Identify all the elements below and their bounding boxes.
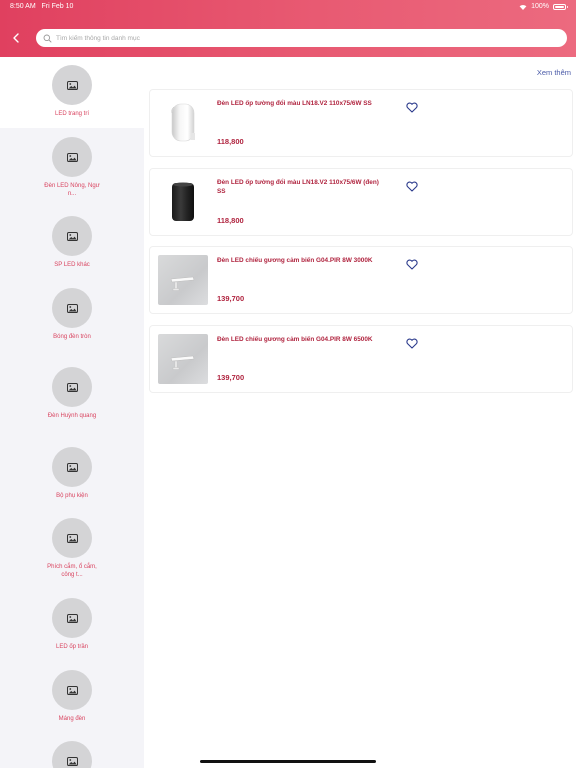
search-icon (42, 33, 52, 43)
category-label: LED trang trí (54, 111, 89, 117)
category-item[interactable]: SP LED khác (0, 208, 144, 270)
image-placeholder-icon (66, 231, 78, 241)
image-placeholder-icon (66, 303, 78, 313)
category-image (52, 288, 92, 328)
heart-icon[interactable] (406, 257, 418, 270)
product-image (158, 98, 208, 148)
category-image (52, 518, 92, 558)
search-bar[interactable] (36, 29, 567, 47)
product-title: Đèn LED ốp tường đổi màu LN18.V2 110x75/… (217, 100, 372, 107)
image-placeholder-icon (66, 462, 78, 472)
product-title: Đèn LED chiếu gương cảm biến G04.PIR 8W … (217, 336, 373, 343)
product-image (158, 255, 208, 305)
mirror-light-image (170, 355, 195, 370)
product-title: Đèn LED chiếu gương cảm biến G04.PIR 8W … (217, 257, 373, 264)
category-label: Bóng đèn tròn (53, 334, 91, 340)
category-label: Đèn Huỳnh quang (47, 413, 97, 419)
white-wall-light-image (171, 103, 195, 142)
category-image (52, 598, 92, 638)
image-placeholder-icon (66, 152, 78, 162)
category-label: Bộ phụ kiện (56, 493, 88, 499)
app-header: 8:50 AM Fri Feb 10 100% (0, 0, 576, 57)
category-label: LED ốp trần (55, 644, 89, 650)
battery-icon (553, 3, 568, 10)
product-card[interactable]: Đèn LED ốp tường đổi màu LN18.V2 110x75/… (149, 168, 573, 236)
product-card[interactable]: Đèn LED chiếu gương cảm biến G04.PIR 8W … (149, 246, 573, 314)
category-item[interactable] (0, 733, 144, 768)
heart-icon[interactable] (406, 336, 418, 349)
status-indicators: 100% (519, 3, 568, 10)
product-image (158, 177, 208, 227)
search-input[interactable] (56, 34, 536, 42)
status-time: 8:50 AM Fri Feb 10 (10, 3, 74, 10)
product-price: 118,800 (217, 137, 244, 146)
category-item[interactable]: Đèn Huỳnh quang (0, 359, 144, 421)
category-image (52, 670, 92, 710)
home-indicator[interactable] (200, 760, 376, 763)
category-image (52, 367, 92, 407)
see-more-link[interactable]: Xem thêm (537, 68, 571, 77)
product-title: Đèn LED ốp tường đổi màu LN18.V2 110x75/… (217, 179, 379, 195)
wifi-icon (519, 4, 527, 10)
category-image (52, 447, 92, 487)
category-item[interactable]: Bộ phụ kiện (0, 439, 144, 501)
category-sidebar: LED trang trí Đèn LED Nông, Ngư n... SP … (0, 57, 144, 768)
category-item[interactable]: LED trang trí (0, 57, 144, 128)
image-placeholder-icon (66, 756, 78, 766)
heart-icon[interactable] (406, 179, 418, 192)
product-card[interactable]: Đèn LED chiếu gương cảm biến G04.PIR 8W … (149, 325, 573, 393)
product-card[interactable]: Đèn LED ốp tường đổi màu LN18.V2 110x75/… (149, 89, 573, 157)
image-placeholder-icon (66, 533, 78, 543)
product-price: 139,700 (217, 294, 245, 303)
image-placeholder-icon (66, 613, 78, 623)
category-item[interactable]: Máng đèn (0, 662, 144, 724)
category-item[interactable]: Bóng đèn tròn (0, 280, 144, 342)
image-placeholder-icon (66, 80, 78, 90)
product-image (158, 334, 208, 384)
image-placeholder-icon (66, 382, 78, 392)
category-item[interactable]: Đèn LED Nông, Ngư n... (0, 129, 144, 198)
category-image (52, 741, 92, 768)
status-bar: 8:50 AM Fri Feb 10 100% (0, 0, 576, 14)
mirror-light-image (170, 276, 195, 291)
category-label: SP LED khác (54, 262, 90, 268)
heart-icon[interactable] (406, 100, 418, 113)
image-placeholder-icon (66, 685, 78, 695)
back-button[interactable] (9, 31, 23, 45)
category-label: Đèn LED Nông, Ngư n... (44, 183, 100, 197)
chevron-left-icon (13, 33, 19, 43)
category-image (52, 65, 92, 105)
product-price: 118,800 (217, 216, 244, 225)
category-label: Phích cắm, ổ cắm, công t... (47, 564, 97, 578)
black-wall-light-image (172, 182, 194, 221)
battery-percent: 100% (531, 3, 549, 10)
category-item[interactable]: Phích cắm, ổ cắm, công t... (0, 510, 144, 579)
category-label: Máng đèn (58, 716, 86, 722)
category-image (52, 137, 92, 177)
category-image (52, 216, 92, 256)
category-item[interactable]: LED ốp trần (0, 590, 144, 652)
product-price: 139,700 (217, 373, 245, 382)
